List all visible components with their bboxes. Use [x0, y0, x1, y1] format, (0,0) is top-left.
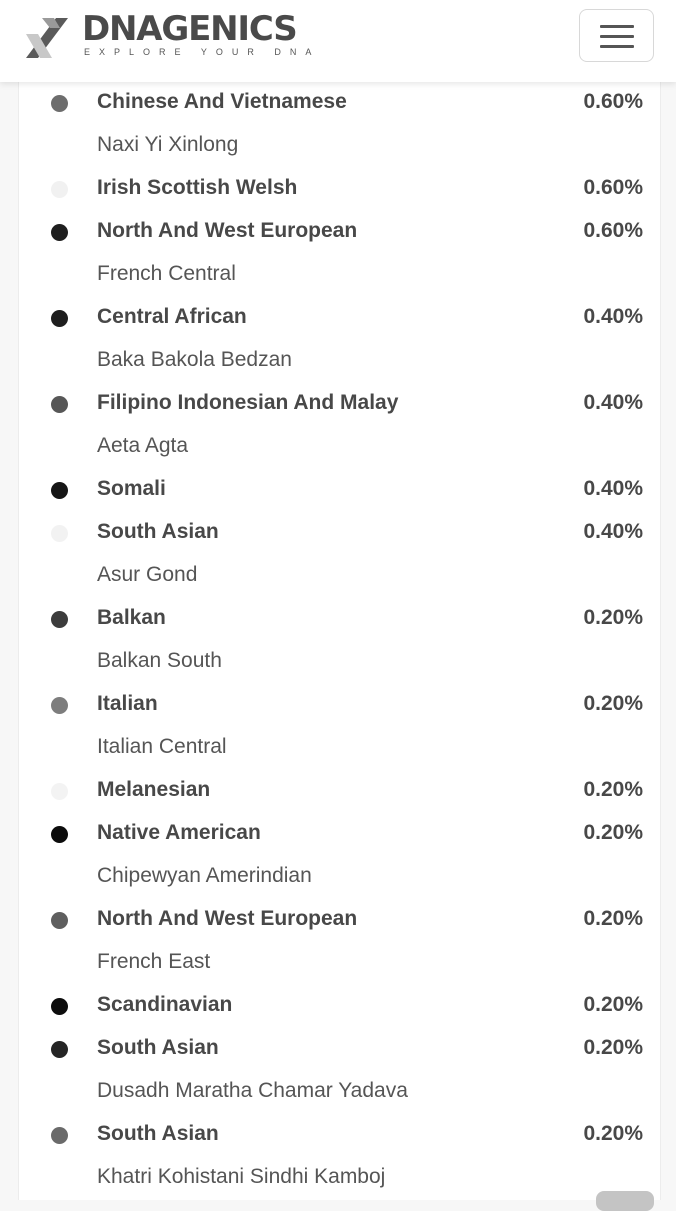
scroll-to-top-button[interactable]: [596, 1191, 654, 1211]
ancestry-subregion-row: Italian Central: [19, 727, 660, 770]
site-header: DNAGENICS EXPLORE YOUR DNA: [0, 0, 676, 82]
region-name: Central African: [97, 305, 247, 328]
region-name: South Asian: [97, 1036, 219, 1059]
subregion-name: Baka Bakola Bedzan: [97, 348, 292, 371]
region-name: Chinese And Vietnamese: [97, 90, 347, 113]
hamburger-menu-icon: [600, 45, 634, 48]
ancestry-subregion-row: Naxi Yi Xinlong: [19, 125, 660, 168]
region-color-dot-icon: [51, 396, 68, 413]
ancestry-subregion-row: Aeta Agta: [19, 426, 660, 469]
region-color-dot-icon: [51, 482, 68, 499]
region-name: Italian: [97, 692, 158, 715]
region-percentage: 0.20%: [583, 1036, 643, 1059]
ancestry-region-row: Chinese And Vietnamese 0.60%: [19, 82, 660, 125]
region-color-dot-icon: [51, 1041, 68, 1058]
ancestry-region-row: South Asian 0.20%: [19, 1028, 660, 1071]
region-color-dot-icon: [51, 783, 68, 800]
ancestry-subregion-row: French East: [19, 942, 660, 985]
ancestry-region-row: South Asian 0.40%: [19, 512, 660, 555]
subregion-name: Aeta Agta: [97, 434, 189, 457]
ancestry-subregion-row: French Central: [19, 254, 660, 297]
region-name: North And West European: [97, 219, 358, 242]
subregion-name: French Central: [97, 262, 236, 285]
region-color-dot-icon: [51, 95, 68, 112]
ancestry-region-row: Native American 0.20%: [19, 813, 660, 856]
region-percentage: 0.40%: [583, 520, 643, 543]
ancestry-region-row: Somali 0.40%: [19, 469, 660, 512]
region-name: Filipino Indonesian And Malay: [97, 391, 399, 414]
ancestry-region-row: Central African 0.40%: [19, 297, 660, 340]
region-percentage: 0.20%: [583, 821, 643, 844]
region-percentage: 0.20%: [583, 907, 643, 930]
brand-logo[interactable]: DNAGENICS EXPLORE YOUR DNA: [22, 9, 312, 62]
brand-tagline: EXPLORE YOUR DNA: [84, 47, 321, 57]
menu-toggle-button[interactable]: [579, 9, 654, 62]
ancestry-region-row: Scandinavian 0.20%: [19, 985, 660, 1028]
ancestry-subregion-row: Asur Gond: [19, 555, 660, 598]
ancestry-region-row: North And West European 0.60%: [19, 211, 660, 254]
ancestry-region-row: South Asian 0.20%: [19, 1114, 660, 1157]
region-name: South Asian: [97, 1122, 219, 1145]
region-name: Scandinavian: [97, 993, 233, 1016]
region-color-dot-icon: [51, 310, 68, 327]
region-percentage: 0.40%: [583, 477, 643, 500]
hamburger-menu-icon: [600, 35, 634, 38]
region-percentage: 0.20%: [583, 606, 643, 629]
region-color-dot-icon: [51, 224, 68, 241]
subregion-name: Italian Central: [97, 735, 227, 758]
region-color-dot-icon: [51, 697, 68, 714]
ancestry-subregion-row: Balkan South: [19, 641, 660, 684]
subregion-name: Chipewyan Amerindian: [97, 864, 312, 887]
region-name: Melanesian: [97, 778, 211, 801]
region-percentage: 0.20%: [583, 1122, 643, 1145]
ancestry-region-row: Melanesian 0.20%: [19, 770, 660, 813]
region-name: Native American: [97, 821, 261, 844]
ancestry-region-row: Balkan 0.20%: [19, 598, 660, 641]
region-percentage: 0.40%: [583, 305, 643, 328]
region-percentage: 0.60%: [583, 90, 643, 113]
subregion-name: Dusadh Maratha Chamar Yadava: [97, 1079, 408, 1102]
region-percentage: 0.40%: [583, 391, 643, 414]
region-name: South Asian: [97, 520, 219, 543]
region-color-dot-icon: [51, 611, 68, 628]
region-name: Balkan: [97, 606, 166, 629]
region-percentage: 0.60%: [583, 219, 643, 242]
region-percentage: 0.20%: [583, 692, 643, 715]
region-color-dot-icon: [51, 998, 68, 1015]
region-color-dot-icon: [51, 826, 68, 843]
ancestry-breakdown-list: Chinese And Vietnamese 0.60% Naxi Yi Xinlo…: [18, 82, 661, 1200]
region-color-dot-icon: [51, 525, 68, 542]
region-percentage: 0.60%: [583, 176, 643, 199]
region-name: Somali: [97, 477, 166, 500]
dnagenics-logo-icon: [26, 18, 68, 58]
ancestry-region-row: Filipino Indonesian And Malay 0.40%: [19, 383, 660, 426]
subregion-name: French East: [97, 950, 211, 973]
ancestry-subregion-row: Baka Bakola Bedzan: [19, 340, 660, 383]
ancestry-region-row: North And West European 0.20%: [19, 899, 660, 942]
subregion-name: Balkan South: [97, 649, 222, 672]
ancestry-subregion-row: Chipewyan Amerindian: [19, 856, 660, 899]
region-percentage: 0.20%: [583, 993, 643, 1016]
ancestry-region-row: Irish Scottish Welsh 0.60%: [19, 168, 660, 211]
subregion-name: Khatri Kohistani Sindhi Kamboj: [97, 1165, 386, 1188]
subregion-name: Asur Gond: [97, 563, 198, 586]
region-color-dot-icon: [51, 1127, 68, 1144]
region-color-dot-icon: [51, 912, 68, 929]
region-name: Irish Scottish Welsh: [97, 176, 298, 199]
region-color-dot-icon: [51, 181, 68, 198]
ancestry-region-row: Italian 0.20%: [19, 684, 660, 727]
ancestry-subregion-row: Khatri Kohistani Sindhi Kamboj: [19, 1157, 660, 1200]
region-name: North And West European: [97, 907, 358, 930]
region-percentage: 0.20%: [583, 778, 643, 801]
ancestry-subregion-row: Dusadh Maratha Chamar Yadava: [19, 1071, 660, 1114]
subregion-name: Naxi Yi Xinlong: [97, 133, 239, 156]
brand-name: DNAGENICS: [82, 9, 298, 49]
hamburger-menu-icon: [600, 25, 634, 28]
